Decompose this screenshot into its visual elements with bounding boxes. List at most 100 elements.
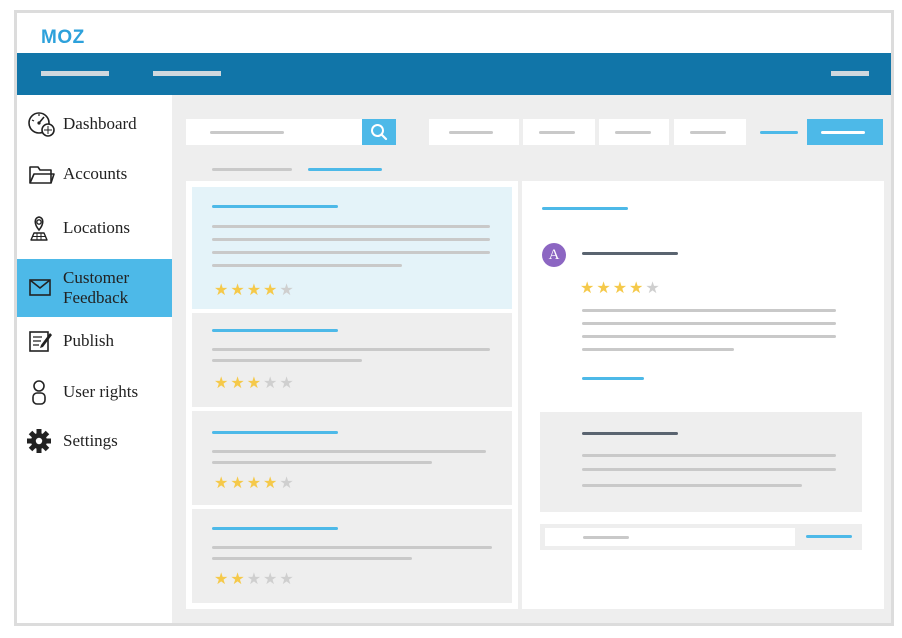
reply-input-row [540, 524, 862, 550]
review-card[interactable]: ★ ★ ★ ★ ★ [192, 509, 512, 603]
star-rating: ★ ★ ★ ★ ★ [214, 475, 294, 491]
star-rating: ★ ★ ★ ★ ★ [214, 282, 294, 298]
location-pin-icon [30, 216, 48, 241]
sidebar-item-label: Accounts [63, 164, 128, 183]
filter-label [539, 131, 575, 134]
review-text-line [212, 251, 490, 254]
star-filled-icon: ★ [246, 373, 262, 392]
review-text-line [212, 450, 486, 453]
search-icon [371, 124, 388, 141]
review-detail: A ★ ★ ★ ★ ★ [522, 181, 884, 609]
filter-label [690, 131, 726, 134]
filter-2[interactable] [523, 119, 595, 145]
top-navigation-bar [17, 53, 891, 95]
star-filled-icon: ★ [214, 373, 229, 392]
avatar: A [542, 243, 566, 267]
review-text-line [212, 348, 490, 351]
review-title [212, 205, 338, 208]
moz-logo: MOZ [41, 27, 85, 48]
reply-input[interactable] [545, 528, 795, 546]
review-text-line [582, 335, 836, 338]
review-text-line [212, 359, 362, 362]
sidebar-item-label: Locations [63, 218, 131, 237]
sidebar-item-label: Settings [63, 431, 118, 450]
sidebar-item-dashboard[interactable]: Dashboard [17, 109, 172, 139]
edit-document-icon [29, 331, 52, 352]
review-title [212, 329, 338, 332]
star-empty-icon: ★ [246, 569, 262, 588]
main-content: ★★★★★ ★★★★★ ★★★★★ ★★★★★ [172, 95, 891, 623]
star-rating: ★ ★ ★ ★ ★ [580, 280, 660, 296]
sidebar-item-label: Customer Feedback [63, 268, 130, 307]
read-more-link[interactable] [582, 377, 644, 380]
star-filled-icon: ★ [580, 278, 595, 297]
star-empty-icon: ★ [279, 280, 294, 299]
review-card[interactable]: ★ ★ ★ ★ ★ [192, 187, 512, 309]
reply-author [582, 432, 678, 435]
sidebar: Dashboard Accounts Locations Customer Fe… [17, 95, 172, 623]
user-icon [32, 380, 46, 405]
review-list: ★ ★ ★ ★ ★ ★ ★ ★ ★ ★ ★ ★ ★ ★ ★ ★ ★ ★ ★ ★ [186, 181, 518, 609]
nav-item-2[interactable] [153, 71, 221, 76]
sidebar-item-publish[interactable]: Publish [17, 325, 172, 357]
review-text-line [212, 225, 490, 228]
send-reply-link[interactable] [806, 535, 852, 538]
star-filled-icon: ★ [214, 473, 229, 492]
star-rating: ★ ★ ★ ★ ★ [214, 571, 294, 587]
sidebar-item-locations[interactable]: Locations [17, 212, 172, 244]
review-title [212, 431, 338, 434]
star-empty-icon: ★ [279, 473, 294, 492]
tab-all[interactable] [212, 168, 292, 171]
review-card[interactable]: ★ ★ ★ ★ ★ [192, 411, 512, 505]
star-filled-icon: ★ [596, 278, 611, 297]
reply-text-line [582, 454, 836, 457]
review-text-line [582, 348, 734, 351]
sidebar-item-customer-feedback[interactable]: Customer Feedback [17, 259, 172, 317]
star-filled-icon: ★ [230, 473, 245, 492]
review-text-line [582, 309, 836, 312]
sidebar-item-user-rights[interactable]: User rights [17, 375, 172, 409]
review-text-line [212, 461, 432, 464]
star-rating: ★ ★ ★ ★ ★ [214, 375, 294, 391]
detail-title [542, 207, 628, 210]
review-card[interactable]: ★ ★ ★ ★ ★ [192, 313, 512, 407]
star-filled-icon: ★ [230, 373, 245, 392]
review-text-line [212, 557, 412, 560]
reply-text-line [582, 468, 836, 471]
star-filled-icon: ★ [230, 280, 245, 299]
sidebar-item-settings[interactable]: Settings [17, 425, 172, 457]
filter-3[interactable] [599, 119, 669, 145]
sidebar-item-label: Publish [63, 331, 115, 350]
star-empty-icon: ★ [263, 373, 278, 392]
sidebar-item-label: User rights [63, 382, 139, 401]
star-filled-icon: ★ [230, 569, 245, 588]
dashboard-gauge-icon [28, 112, 55, 137]
reply-box[interactable] [540, 412, 862, 512]
star-empty-icon: ★ [279, 373, 294, 392]
filter-4[interactable] [674, 119, 746, 145]
search-input[interactable] [186, 119, 362, 145]
filter-1[interactable] [429, 119, 519, 145]
app-window: MOZ Dashboard Accounts Locations Custome… [14, 10, 894, 626]
toolbar-link[interactable] [760, 131, 798, 134]
tab-active[interactable] [308, 168, 382, 171]
search-button[interactable] [362, 119, 396, 145]
nav-item-account[interactable] [831, 71, 869, 76]
sidebar-item-accounts[interactable]: Accounts [17, 159, 172, 189]
envelope-icon [29, 279, 51, 296]
review-title [212, 527, 338, 530]
star-empty-icon: ★ [279, 569, 294, 588]
review-text-line [212, 238, 490, 241]
reply-placeholder [583, 536, 629, 539]
nav-item-1[interactable] [41, 71, 109, 76]
button-label [821, 131, 865, 134]
star-filled-icon: ★ [612, 278, 628, 297]
filter-label [615, 131, 651, 134]
star-filled-icon: ★ [246, 280, 262, 299]
sidebar-item-label: Dashboard [63, 114, 137, 133]
primary-action-button[interactable] [807, 119, 883, 145]
star-filled-icon: ★ [263, 280, 278, 299]
gear-icon [27, 429, 51, 453]
star-filled-icon: ★ [214, 569, 229, 588]
reply-text-line [582, 484, 802, 487]
